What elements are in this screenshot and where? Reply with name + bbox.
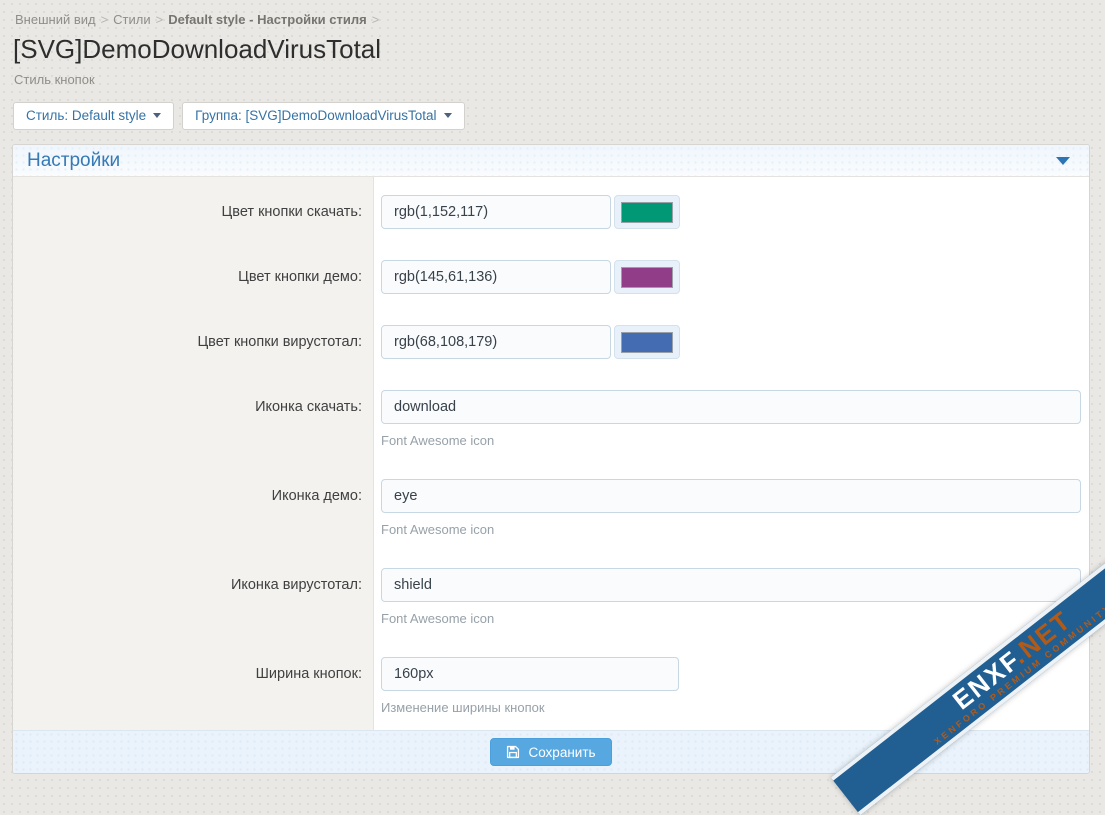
demo-color-preview bbox=[614, 260, 680, 294]
chevron-down-icon bbox=[153, 113, 161, 118]
field-hint: Font Awesome icon bbox=[381, 434, 1081, 448]
demo-color-input[interactable] bbox=[381, 260, 611, 294]
breadcrumb-separator: > bbox=[101, 12, 109, 27]
field-label: Иконка скачать: bbox=[13, 390, 373, 448]
field-label: Иконка вирустотал: bbox=[13, 568, 373, 626]
settings-panel: Настройки Цвет кнопки скачать: Цвет кноп… bbox=[12, 144, 1090, 774]
form-footer: Сохранить bbox=[13, 730, 1089, 773]
form-row-download-icon: Иконка скачать: Font Awesome icon bbox=[13, 390, 1089, 448]
save-button[interactable]: Сохранить bbox=[490, 738, 611, 766]
field-hint: Font Awesome icon bbox=[381, 523, 1081, 537]
field-label: Цвет кнопки демо: bbox=[13, 260, 373, 294]
demo-icon-input[interactable] bbox=[381, 479, 1081, 513]
breadcrumb-appearance-link[interactable]: Внешний вид bbox=[15, 12, 96, 27]
virustotal-color-input[interactable] bbox=[381, 325, 611, 359]
style-properties-page: Внешний вид > Стили > Default style - Настро… bbox=[0, 0, 1105, 774]
group-selector-dropdown[interactable]: Группа: [SVG]DemoDownloadVirusTotal bbox=[182, 102, 464, 130]
color-swatch bbox=[621, 267, 673, 288]
breadcrumb-current-style-link[interactable]: Default style - Настройки стиля bbox=[168, 12, 367, 27]
save-button-label: Сохранить bbox=[528, 745, 595, 760]
breadcrumb-separator: > bbox=[372, 12, 380, 27]
field-label: Цвет кнопки скачать: bbox=[13, 195, 373, 229]
download-color-preview bbox=[614, 195, 680, 229]
form-row-demo-color: Цвет кнопки демо: bbox=[13, 260, 1089, 294]
field-label: Ширина кнопок: bbox=[13, 657, 373, 715]
form-row-virustotal-icon: Иконка вирустотал: Font Awesome icon bbox=[13, 568, 1089, 626]
form-row-virustotal-color: Цвет кнопки вирустотал: bbox=[13, 325, 1089, 359]
field-hint: Изменение ширины кнопок bbox=[381, 701, 1081, 715]
virustotal-color-preview bbox=[614, 325, 680, 359]
form-row-download-color: Цвет кнопки скачать: bbox=[13, 195, 1089, 229]
breadcrumb-styles-link[interactable]: Стили bbox=[113, 12, 150, 27]
group-selector-label: Группа: [SVG]DemoDownloadVirusTotal bbox=[195, 108, 436, 123]
breadcrumb: Внешний вид > Стили > Default style - Настро… bbox=[15, 0, 1090, 27]
button-width-input[interactable] bbox=[381, 657, 679, 691]
collapse-panel-icon[interactable] bbox=[1056, 157, 1070, 165]
field-label: Иконка демо: bbox=[13, 479, 373, 537]
form-row-demo-icon: Иконка демо: Font Awesome icon bbox=[13, 479, 1089, 537]
field-hint: Font Awesome icon bbox=[381, 612, 1081, 626]
breadcrumb-separator: > bbox=[156, 12, 164, 27]
page-title: [SVG]DemoDownloadVirusTotal bbox=[13, 34, 1090, 65]
style-selector-dropdown[interactable]: Стиль: Default style bbox=[13, 102, 174, 130]
download-color-input[interactable] bbox=[381, 195, 611, 229]
settings-panel-header[interactable]: Настройки bbox=[13, 145, 1089, 177]
settings-panel-title: Настройки bbox=[27, 150, 120, 171]
selector-toolbar: Стиль: Default style Группа: [SVG]DemoDo… bbox=[13, 102, 1090, 130]
form-row-button-width: Ширина кнопок: Изменение ширины кнопок bbox=[13, 657, 1089, 715]
settings-form: Цвет кнопки скачать: Цвет кнопки демо: bbox=[13, 177, 1089, 730]
virustotal-icon-input[interactable] bbox=[381, 568, 1081, 602]
chevron-down-icon bbox=[444, 113, 452, 118]
style-selector-label: Стиль: Default style bbox=[26, 108, 146, 123]
color-swatch bbox=[621, 202, 673, 223]
save-icon bbox=[506, 745, 520, 759]
page-subtitle: Стиль кнопок bbox=[14, 72, 1090, 87]
color-swatch bbox=[621, 332, 673, 353]
download-icon-input[interactable] bbox=[381, 390, 1081, 424]
field-label: Цвет кнопки вирустотал: bbox=[13, 325, 373, 359]
